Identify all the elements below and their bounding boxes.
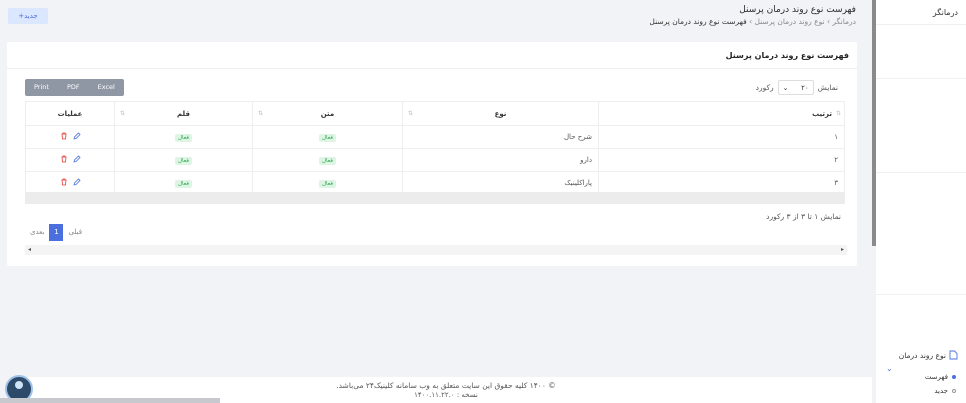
col-actions: عملیات	[25, 101, 115, 126]
chevron-down-icon: ⌄	[782, 83, 789, 92]
horizontal-scrollbar[interactable]: ◂ ▸	[25, 245, 847, 255]
cell-order: ۲	[598, 148, 845, 172]
sort-icon: ⇅	[120, 110, 126, 117]
status-badge: فعال	[175, 156, 192, 165]
breadcrumb-home[interactable]: درمانگر	[832, 17, 856, 26]
col-text[interactable]: ⇅ متن	[252, 101, 403, 126]
export-buttons: Print PDF Excel	[25, 79, 124, 96]
taskbar-strip	[0, 398, 220, 403]
breadcrumb-section[interactable]: نوع روند درمان پرسنل	[754, 17, 824, 26]
table-footer-band	[25, 192, 845, 204]
list-card: فهرست نوع روند درمان پرسنل Print PDF Exc…	[7, 42, 857, 266]
table-row: ۱ شرح حال فعال فعال	[25, 125, 845, 149]
sidebar-group[interactable]: نوع روند درمان	[899, 350, 958, 360]
sidebar-brand[interactable]: درمانگر	[933, 8, 958, 17]
scroll-right-icon[interactable]: ▸	[841, 246, 844, 253]
col-pen[interactable]: ⇅ قلم	[114, 101, 253, 126]
table-row: ۲ دارو فعال فعال	[25, 148, 845, 172]
table-info: نمایش ۱ تا ۳ از ۳ رکورد	[766, 212, 841, 221]
length-prefix: نمایش	[817, 83, 838, 92]
sidebar-divider	[876, 24, 966, 25]
sidebar-item-label: جدید	[934, 387, 948, 395]
edit-icon[interactable]	[72, 155, 81, 163]
sidebar: درمانگر نوع روند درمان ⌄ فهرست جدید	[876, 0, 966, 403]
document-icon	[949, 350, 958, 360]
card-divider	[7, 68, 857, 69]
sidebar-item-label: فهرست	[924, 373, 948, 381]
edit-icon[interactable]	[72, 132, 81, 140]
pagination: بعدی 1 قبلی	[25, 224, 87, 241]
card-title: فهرست نوع روند درمان پرسنل	[725, 51, 849, 60]
sort-icon: ⇅	[258, 110, 264, 117]
breadcrumb-current: فهرست نوع روند درمان پرسنل	[649, 17, 747, 26]
status-badge: فعال	[175, 179, 192, 188]
chevron-down-icon[interactable]: ⌄	[886, 364, 893, 373]
copyright-text: © ۱۴۰۰ کلیه حقوق این سایت متعلق به وب سا…	[336, 381, 556, 390]
status-badge: فعال	[175, 133, 192, 142]
sort-icon: ⇅	[408, 110, 414, 117]
prev-page-button[interactable]: قبلی	[63, 224, 87, 241]
page-button-current[interactable]: 1	[49, 224, 64, 241]
length-suffix: رکورد	[755, 83, 774, 92]
data-table: ⇅ ترتیب ⇅ نوع ⇅ متن ⇅ قلم عملیات ۱ شرح حال ف…	[25, 101, 845, 195]
sort-icon: ⇅	[835, 110, 841, 117]
sidebar-divider	[876, 294, 966, 295]
main-area: +جدید فهرست نوع روند درمان پرسنل درمانگر…	[0, 0, 872, 403]
sidebar-divider	[876, 78, 966, 79]
status-badge: فعال	[319, 133, 336, 142]
breadcrumb: درمانگر › نوع روند درمان پرسنل › فهرست ن…	[649, 17, 856, 26]
cell-type: دارو	[402, 148, 599, 172]
col-type[interactable]: ⇅ نوع	[402, 101, 599, 126]
edit-icon[interactable]	[72, 178, 81, 186]
page-length-value: ۲۰	[801, 83, 809, 92]
status-badge: فعال	[319, 179, 336, 188]
active-dot-icon	[952, 375, 956, 379]
sidebar-divider	[876, 172, 966, 173]
print-button[interactable]: Print	[25, 79, 58, 96]
status-badge: فعال	[319, 156, 336, 165]
next-page-button[interactable]: بعدی	[25, 224, 49, 241]
pdf-button[interactable]: PDF	[58, 79, 89, 96]
new-button[interactable]: +جدید	[8, 8, 48, 24]
inactive-dot-icon	[952, 389, 956, 393]
sidebar-item-new[interactable]: جدید	[934, 387, 956, 395]
page-header: فهرست نوع روند درمان پرسنل درمانگر › نوع…	[649, 5, 856, 26]
excel-button[interactable]: Excel	[89, 79, 124, 96]
cell-order: ۱	[598, 125, 845, 149]
delete-icon[interactable]	[60, 132, 68, 140]
page-title: فهرست نوع روند درمان پرسنل	[739, 5, 856, 15]
cell-type: شرح حال	[402, 125, 599, 149]
page-length: نمایش ۲۰ ⌄ رکورد	[756, 80, 838, 95]
delete-icon[interactable]	[60, 155, 68, 163]
delete-icon[interactable]	[60, 178, 68, 186]
col-order[interactable]: ⇅ ترتیب	[598, 101, 845, 126]
page-length-select[interactable]: ۲۰ ⌄	[777, 80, 814, 95]
scroll-left-icon[interactable]: ◂	[28, 246, 31, 253]
sidebar-item-list[interactable]: فهرست	[925, 373, 956, 381]
sidebar-group-label: نوع روند درمان	[898, 350, 946, 360]
